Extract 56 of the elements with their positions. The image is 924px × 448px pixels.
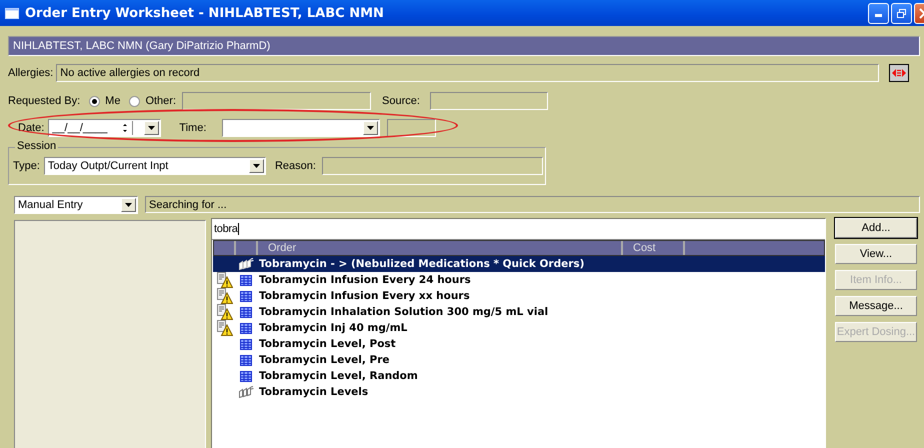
dropdown-button[interactable] (363, 121, 378, 135)
minimize-button[interactable] (868, 2, 889, 24)
table-icon (240, 370, 252, 382)
table-icon (240, 354, 252, 366)
radio-button[interactable]: Me (89, 95, 120, 107)
order-row[interactable]: Tobramycin Levels (213, 384, 825, 400)
field-label: Source: (382, 95, 420, 107)
order-row[interactable]: Tobramycin Level, Post (213, 336, 825, 352)
window-title: Order Entry Worksheet - NIHLABTEST, LABC NMN (25, 6, 385, 20)
field-label: Time: (179, 122, 206, 134)
double-arrow-icon (892, 69, 906, 77)
field-label: Reason: (274, 160, 316, 172)
field-label: Requested By: (8, 95, 80, 107)
radio-button[interactable]: Other: (129, 95, 176, 107)
table-icon (240, 274, 252, 286)
table-icon (240, 306, 252, 318)
patient-banner: NIHLABTEST, LABC NMN (Gary DiPatrizio PharmD) (8, 36, 920, 56)
order-row[interactable]: Tobramycin Inhalation Solution 300 mg/5 mL vial (213, 304, 825, 320)
entry-mode-dropdown[interactable]: Manual Entry (14, 196, 138, 214)
caret-icon (367, 126, 374, 130)
table-icon (240, 290, 252, 302)
order-row[interactable]: Tobramycin Infusion Every xx hours (213, 288, 825, 304)
caret-icon (252, 164, 260, 168)
restore-button[interactable] (891, 2, 912, 24)
dropdown-button[interactable] (121, 198, 136, 212)
time-field[interactable] (387, 119, 436, 137)
order-row[interactable]: Tobramycin - > (Nebulized Medications * Quick Orders) (213, 256, 825, 272)
stacked-pages-icon (238, 386, 254, 398)
source-field[interactable] (430, 92, 548, 110)
group-title: Session (15, 140, 58, 152)
order-row[interactable]: Tobramycin Inj 40 mg/mL (213, 320, 825, 336)
dropdown-button[interactable] (144, 121, 160, 135)
table-icon (240, 338, 252, 350)
caret-icon (148, 126, 156, 130)
date-field[interactable]: __/__/____ (48, 119, 162, 137)
type-dropdown[interactable]: Today Outpt/Current Inpt (44, 157, 266, 175)
other-field[interactable] (182, 92, 372, 110)
action-button[interactable]: Message... (835, 296, 917, 316)
status-field: Searching for ... (145, 196, 920, 213)
field-label: Date: (18, 122, 44, 134)
field-label: Type: (13, 160, 40, 172)
order-row[interactable]: Tobramycin Level, Random (213, 368, 825, 384)
action-button[interactable]: View... (835, 244, 917, 264)
window-icon (5, 8, 19, 18)
field-label: Allergies: (8, 67, 54, 79)
reason-field[interactable] (322, 157, 543, 175)
allergies-field: No active allergies on record (56, 64, 880, 82)
expand-button[interactable] (889, 64, 910, 82)
restore-icon (896, 8, 907, 18)
stacked-pages-icon (238, 258, 254, 270)
action-button[interactable]: Add... (835, 218, 917, 238)
table-icon (240, 322, 252, 334)
order-row[interactable]: Tobramycin Level, Pre (213, 352, 825, 368)
dropdown-button[interactable] (248, 159, 264, 173)
caret-icon (125, 203, 132, 207)
order-row[interactable]: Tobramycin Infusion Every 24 hours (213, 272, 825, 288)
